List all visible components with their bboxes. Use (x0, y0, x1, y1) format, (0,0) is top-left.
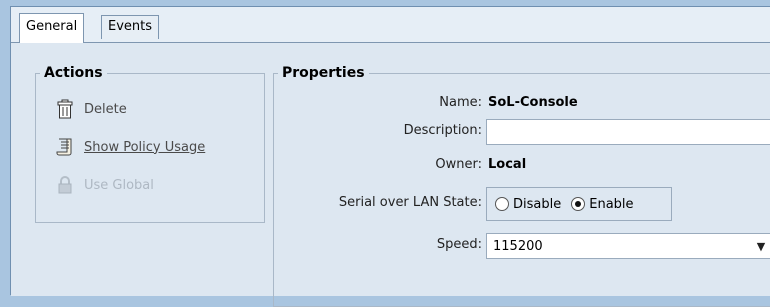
show-policy-usage-label: Show Policy Usage (84, 139, 206, 155)
disable-radio-circle[interactable] (495, 197, 509, 211)
enable-radio-circle[interactable] (571, 197, 586, 211)
speed-select[interactable]: 115200 ▼ (486, 233, 770, 259)
owner-value: Local (488, 157, 527, 172)
speed-label: Speed: (436, 237, 482, 252)
chevron-down-icon[interactable]: ▼ (751, 240, 770, 253)
use-global-label: Use Global (84, 177, 154, 193)
policy-window: General Events Actions Delete Show Polic… (10, 6, 770, 307)
sol-state-row: Serial over LAN State: Disable Enable (274, 187, 770, 221)
show-policy-usage-link[interactable]: Show Policy Usage (56, 135, 205, 159)
name-label: Name: (439, 95, 482, 110)
tab-general[interactable]: General (19, 13, 85, 43)
properties-group: Properties Name: SoL-Console Description… (273, 65, 770, 307)
speed-row: Speed: 115200 ▼ (274, 233, 770, 259)
sol-state-radio-group: Disable Enable (486, 187, 672, 221)
owner-label: Owner: (435, 157, 482, 172)
disable-radio-label: Disable (513, 196, 562, 212)
sol-state-label: Serial over LAN State: (338, 195, 482, 210)
name-row: Name: SoL-Console (274, 91, 770, 117)
scroll-icon (56, 137, 74, 157)
delete-action[interactable]: Delete (56, 97, 127, 121)
actions-group: Actions Delete Show Policy Usage Use Glo… (35, 65, 265, 223)
owner-row: Owner: Local (274, 153, 770, 179)
disable-radio[interactable]: Disable (495, 197, 561, 212)
tab-strip: General Events (11, 7, 770, 43)
lock-icon (56, 175, 74, 195)
use-global-action: Use Global (56, 173, 154, 197)
tab-events[interactable]: Events (101, 15, 160, 39)
description-input[interactable] (486, 119, 770, 145)
delete-label: Delete (84, 101, 127, 117)
description-row: Description: (274, 119, 770, 145)
description-label: Description: (403, 123, 482, 138)
enable-radio-label: Enable (589, 196, 634, 212)
actions-legend: Actions (44, 65, 103, 81)
general-panel: Actions Delete Show Policy Usage Use Glo… (11, 42, 770, 307)
name-value: SoL-Console (488, 95, 578, 110)
speed-value: 115200 (493, 238, 543, 254)
trash-icon (56, 99, 74, 119)
enable-radio[interactable]: Enable (571, 196, 634, 212)
properties-legend: Properties (282, 65, 365, 81)
